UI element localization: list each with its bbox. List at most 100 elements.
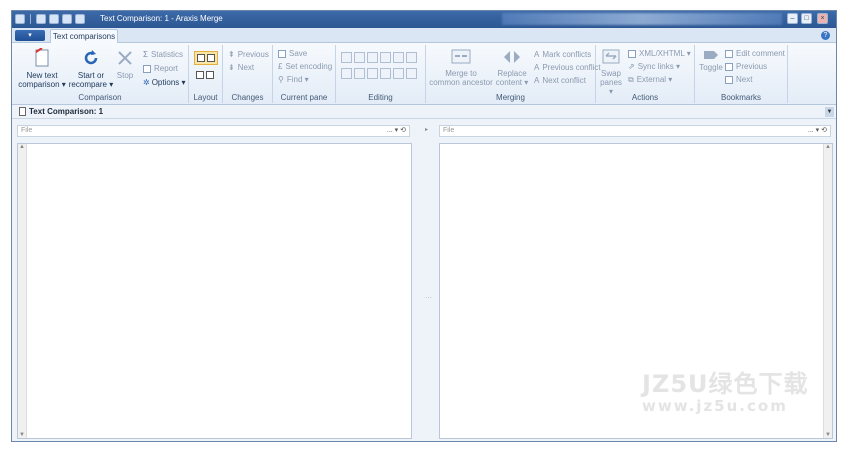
copy-icon[interactable] xyxy=(341,52,352,63)
previous-conflict-label: Previous conflict xyxy=(542,63,601,72)
group-label-layout: Layout xyxy=(193,93,218,102)
stop-label: Stop xyxy=(116,71,134,80)
next-change-button[interactable]: ⇟ Next xyxy=(228,62,254,73)
stop-icon xyxy=(118,51,132,65)
left-editor[interactable]: ▲ ▼ xyxy=(17,143,412,439)
report-icon xyxy=(143,64,151,73)
left-file-input[interactable]: File ... ▾ ⟲ xyxy=(17,125,410,137)
app-menu-button[interactable]: ▾ xyxy=(15,30,45,41)
right-scrollbar[interactable]: ▲ ▼ xyxy=(823,144,832,438)
minimize-icon[interactable]: – xyxy=(787,13,798,24)
swap-panes-button[interactable]: Swap panes ▾ xyxy=(598,48,624,96)
left-file-controls[interactable]: ... ▾ ⟲ xyxy=(387,126,406,136)
pane-icon xyxy=(206,71,214,79)
editing-row-1 xyxy=(341,52,417,63)
save-icon xyxy=(278,49,286,58)
encoding-icon: £ xyxy=(278,62,283,71)
home-icon[interactable] xyxy=(36,14,46,24)
replace-content-button[interactable]: Replace content ▾ xyxy=(494,48,530,87)
xml-icon xyxy=(628,49,636,58)
save-label: Save xyxy=(289,49,308,58)
statistics-button[interactable]: Σ Statistics xyxy=(143,49,183,60)
select-icon[interactable] xyxy=(406,52,417,63)
document-tab[interactable]: Text Comparison: 1 xyxy=(19,107,103,117)
editing-row-2 xyxy=(341,68,417,79)
left-pane: File ... ▾ ⟲ ▲ ▼ xyxy=(12,119,417,441)
left-scrollbar[interactable]: ▲ ▼ xyxy=(18,144,27,438)
tab-text-comparisons[interactable]: Text comparisons xyxy=(50,29,118,43)
pane-icon xyxy=(207,54,215,62)
external-button[interactable]: ⧉ External ▾ xyxy=(628,74,672,85)
toggle-bookmark-button[interactable]: Toggle xyxy=(697,48,725,72)
start-recompare-button[interactable]: Start or recompare ▾ xyxy=(68,48,114,89)
indent-icon[interactable] xyxy=(341,68,352,79)
outdent-icon[interactable] xyxy=(354,68,365,79)
insert-icon[interactable] xyxy=(367,68,378,79)
next-conflict-button[interactable]: A Next conflict xyxy=(534,75,586,86)
window-title: Text Comparison: 1 - Araxis Merge xyxy=(100,14,223,23)
merge-to-common-ancestor-button[interactable]: Merge to common ancestor xyxy=(428,48,494,87)
new-document-icon xyxy=(35,48,49,67)
find-button[interactable]: ⚲ Find ▾ xyxy=(278,74,309,85)
folder-icon[interactable] xyxy=(62,14,72,24)
group-label-changes: Changes xyxy=(231,93,264,102)
undo-icon[interactable] xyxy=(380,52,391,63)
group-bookmarks: Toggle Edit comment Previous Next Bookma… xyxy=(695,45,788,103)
app-menu-label: ▾ xyxy=(28,32,32,39)
layout-two-way-button[interactable] xyxy=(194,51,218,65)
right-file-controls[interactable]: ... ▾ ⟲ xyxy=(808,126,827,136)
layout-three-way-button[interactable] xyxy=(194,70,218,82)
mark-conflicts-button[interactable]: A Mark conflicts xyxy=(534,49,591,60)
app-icon[interactable] xyxy=(15,14,25,24)
swap-icon xyxy=(602,49,620,64)
maximize-icon[interactable]: □ xyxy=(801,13,812,24)
paste-icon[interactable] xyxy=(367,52,378,63)
options-button[interactable]: ✲ Options ▾ xyxy=(143,77,186,88)
group-layout: Layout xyxy=(189,45,223,103)
replace-label-2: content ▾ xyxy=(495,78,529,87)
block-left-icon[interactable] xyxy=(393,68,404,79)
sync-links-button[interactable]: ⇗ Sync links ▾ xyxy=(628,61,680,72)
bookmark-down-icon xyxy=(725,75,733,84)
stop-button[interactable]: Stop xyxy=(114,48,136,80)
previous-conflict-button[interactable]: A Previous conflict xyxy=(534,62,601,73)
cut-icon[interactable] xyxy=(354,52,365,63)
delete-icon[interactable] xyxy=(380,68,391,79)
edit-comment-button[interactable]: Edit comment xyxy=(725,48,785,59)
report-button[interactable]: Report xyxy=(143,63,178,74)
toggle-label: Toggle xyxy=(699,63,723,72)
merge-label: Merge to xyxy=(445,69,477,78)
group-label-editing: Editing xyxy=(368,93,393,102)
left-file-placeholder: File xyxy=(21,127,33,134)
splitter-grip: ⋯ xyxy=(425,295,432,302)
group-current-pane: Save £ Set encoding ⚲ Find ▾ Current pane xyxy=(273,45,336,103)
save-icon[interactable] xyxy=(49,14,59,24)
external-icon: ⧉ xyxy=(628,75,634,84)
bookmark-icon xyxy=(704,51,718,59)
start-label-2: recompare ▾ xyxy=(68,80,114,89)
ribbon: New text comparison ▾ Start or recompare… xyxy=(12,43,836,105)
edit-comment-label: Edit comment xyxy=(736,49,785,58)
save-button[interactable]: Save xyxy=(278,48,307,59)
chevron-down-icon[interactable]: ▼ xyxy=(825,107,834,117)
bookmark-up-icon xyxy=(725,62,733,71)
previous-bookmark-button[interactable]: Previous xyxy=(725,61,767,72)
right-file-input[interactable]: File ... ▾ ⟲ xyxy=(439,125,831,137)
set-encoding-label: Set encoding xyxy=(285,62,333,71)
previous-change-button[interactable]: ⇞ Previous xyxy=(228,49,269,60)
set-encoding-button[interactable]: £ Set encoding xyxy=(278,61,332,72)
refresh-icon xyxy=(84,50,98,65)
pane-icon xyxy=(196,71,204,79)
group-merging: Merge to common ancestor Replace content… xyxy=(426,45,601,103)
new-comparison-label: New text xyxy=(26,71,58,80)
xml-xhtml-button[interactable]: XML/XHTML ▾ xyxy=(628,48,691,59)
close-icon[interactable]: × xyxy=(817,13,828,24)
xml-label: XML/XHTML ▾ xyxy=(639,49,691,58)
block-right-icon[interactable] xyxy=(406,68,417,79)
help-icon[interactable]: ? xyxy=(821,31,830,40)
new-text-comparison-button[interactable]: New text comparison ▾ xyxy=(18,48,66,89)
redo-icon[interactable] xyxy=(393,52,404,63)
next-bookmark-button[interactable]: Next xyxy=(725,74,752,85)
group-label-bookmarks: Bookmarks xyxy=(720,93,761,102)
undo-icon[interactable] xyxy=(75,14,85,24)
